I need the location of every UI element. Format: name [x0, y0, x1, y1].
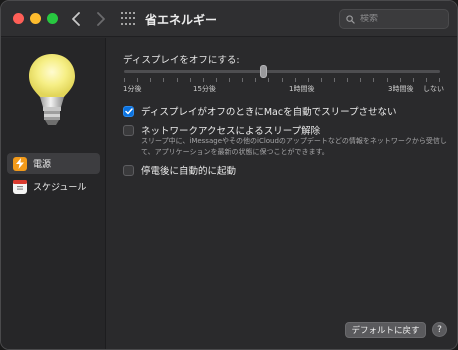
search-icon [346, 14, 355, 24]
search-field[interactable] [339, 9, 449, 29]
preferences-window: 省エネルギー 検索 電源 スケジュール ディスプレイをオフにする: 1分後 15… [0, 0, 458, 350]
sidebar-item-label: 電源 [33, 160, 52, 170]
slider-tick [229, 78, 230, 82]
slider-tick [242, 78, 243, 82]
slider-tick [400, 78, 401, 82]
window-title: 省エネルギー [145, 13, 218, 27]
prevent-sleep-checkbox[interactable] [123, 105, 134, 117]
sidebar-item-schedule[interactable]: スケジュール [7, 176, 100, 197]
back-button[interactable] [68, 10, 84, 28]
slider-tick [387, 78, 388, 82]
slider-tick [360, 78, 361, 82]
calendar-icon [13, 179, 27, 194]
slider-tick [203, 78, 204, 82]
sidebar: 電源 スケジュール [1, 38, 106, 349]
slider-tick [137, 78, 138, 82]
wake-for-network-label: ネットワークアクセスによるスリープ解除 [141, 126, 321, 137]
tick-label-15min: 15分後 [193, 85, 216, 93]
slider-tick [124, 78, 125, 82]
chevron-left-icon [72, 12, 80, 26]
light-bulb-icon [29, 54, 75, 125]
display-sleep-slider-track[interactable] [124, 70, 440, 73]
slider-tick [373, 78, 374, 82]
search-input[interactable] [360, 14, 440, 24]
forward-button[interactable] [93, 10, 109, 28]
help-button[interactable]: ? [432, 322, 447, 337]
wake-for-network-description: スリープ中に、iMessageやその他のiCloudのアップデートなどの情報をネ… [141, 137, 447, 156]
slider-tick [426, 78, 427, 82]
slider-tick [177, 78, 178, 82]
title-bar: 省エネルギー [1, 1, 457, 37]
slider-tick [216, 78, 217, 82]
chevron-right-icon [97, 12, 105, 26]
slider-tick [295, 78, 296, 82]
restore-defaults-button[interactable]: デフォルトに戻す [345, 322, 426, 338]
show-all-grid-icon[interactable] [121, 12, 135, 26]
minimize-window-button[interactable] [30, 13, 41, 24]
tick-label-1hour: 1時間後 [289, 85, 315, 93]
slider-tick [150, 78, 151, 82]
slider-tick [413, 78, 414, 82]
slider-tick [308, 78, 309, 82]
wake-for-network-option[interactable]: ネットワークアクセスによるスリープ解除 [123, 123, 320, 137]
bolt-icon [13, 156, 27, 171]
sidebar-item-power[interactable]: 電源 [7, 153, 100, 174]
slider-tick [439, 78, 440, 82]
tick-label-1min: 1分後 [123, 85, 142, 93]
prevent-sleep-option[interactable]: ディスプレイがオフのときにMacを自動でスリープさせない [123, 104, 397, 118]
slider-ticks [124, 78, 440, 82]
checkmark-icon [124, 107, 133, 114]
tick-label-never: しない [423, 85, 444, 93]
slider-tick [268, 78, 269, 82]
slider-tick [190, 78, 191, 82]
main-panel: ディスプレイをオフにする: 1分後 15分後 1時間後 3時間後 しない ディス… [107, 38, 457, 349]
slider-tick [347, 78, 348, 82]
slider-tick [282, 78, 283, 82]
slider-tick [334, 78, 335, 82]
slider-tick [163, 78, 164, 82]
close-window-button[interactable] [13, 13, 24, 24]
tick-label-3hours: 3時間後 [388, 85, 414, 93]
display-sleep-slider-thumb[interactable] [260, 65, 268, 78]
zoom-window-button[interactable] [47, 13, 58, 24]
slider-tick [321, 78, 322, 82]
restart-after-power-failure-label: 停電後に自動的に起動 [141, 166, 237, 177]
restart-after-power-failure-checkbox[interactable] [123, 164, 134, 176]
sidebar-item-label: スケジュール [33, 183, 87, 193]
restart-after-power-failure-option[interactable]: 停電後に自動的に起動 [123, 163, 236, 177]
slider-tick [255, 78, 256, 82]
prevent-sleep-label: ディスプレイがオフのときにMacを自動でスリープさせない [141, 107, 397, 118]
display-sleep-label: ディスプレイをオフにする: [123, 55, 240, 66]
wake-for-network-checkbox[interactable] [123, 124, 134, 136]
